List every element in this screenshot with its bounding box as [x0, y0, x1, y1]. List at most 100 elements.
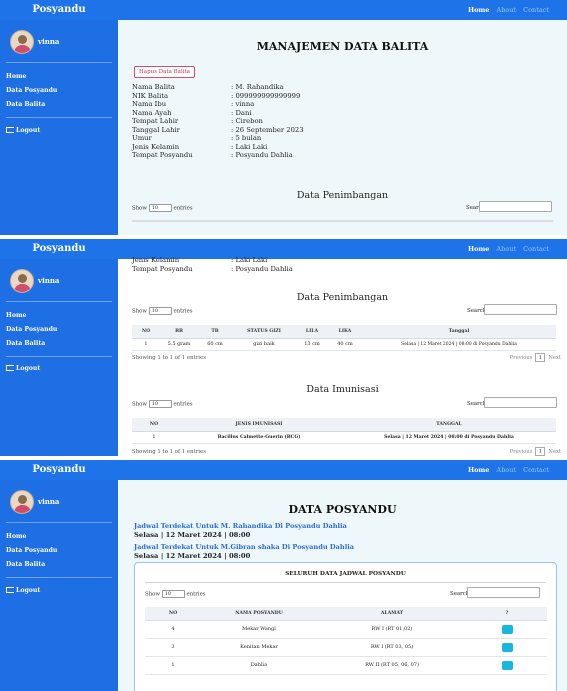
divider: [132, 220, 553, 222]
nav-about[interactable]: About: [497, 245, 517, 253]
col-status-gizi[interactable]: STATUS GIZI: [232, 325, 296, 339]
table-info: Showing 1 to 1 of 1 entries: [132, 355, 206, 361]
logout-button[interactable]: Logout: [6, 587, 40, 594]
search-input[interactable]: [467, 587, 540, 598]
action-button[interactable]: [501, 660, 513, 670]
avatar: [10, 269, 34, 293]
table-row: 3 Kenitan Mekar RW I (RT 03, 05): [145, 638, 547, 657]
action-button[interactable]: [501, 624, 513, 634]
sidebar-divider: [6, 577, 112, 578]
penimbangan-title: Data Penimbangan: [296, 190, 389, 201]
imunisasi-table: NO JENIS IMUNISASI TANGGAL 1 Bacillus Ca…: [132, 418, 556, 444]
table-row: 1 5.5 gram 60 cm gizi baik 13 cm 40 cm S…: [132, 338, 556, 351]
col-alamat[interactable]: ALAMAT: [317, 607, 467, 621]
main-content: MANAJEMEN DATA BALITA Hapus Data Balita …: [118, 20, 567, 235]
top-navbar: Posyandu Home About Contact: [0, 0, 567, 20]
col-no[interactable]: NO: [132, 418, 176, 432]
logout-button[interactable]: Logout: [6, 127, 40, 134]
sidebar-item-data-posyandu[interactable]: Data Posyandu: [6, 84, 57, 98]
jadwal-time-1: Selasa | 12 Maret 2024 | 08:00: [134, 531, 251, 539]
nav-home[interactable]: Home: [468, 6, 490, 14]
panel-data-balita: Posyandu Home About Contact vinna Home D…: [0, 0, 567, 235]
pagination-next[interactable]: Next: [548, 355, 561, 361]
entries-select[interactable]: 10: [161, 590, 185, 598]
main-content: Jenis Kelamin: Laki Laki Tempat Posyandu…: [118, 256, 567, 456]
nav-about[interactable]: About: [497, 466, 517, 474]
col-no[interactable]: NO: [145, 607, 201, 621]
pagination-page[interactable]: 1: [535, 447, 546, 456]
col-tanggal[interactable]: Tanggal: [362, 325, 556, 339]
table-info: Showing 1 to 1 of 1 entries: [132, 449, 206, 455]
entries-control: Show 10 entries: [132, 204, 193, 212]
info-row: Tanggal Lahir: 26 September 2023: [132, 125, 304, 134]
avatar: [10, 30, 34, 54]
col-lika[interactable]: LIKA: [328, 325, 362, 339]
info-row: Nama Ibu: vinna: [132, 100, 255, 108]
nav-home[interactable]: Home: [468, 466, 490, 474]
nav-about[interactable]: About: [497, 6, 517, 14]
entries-select[interactable]: 10: [148, 400, 172, 408]
info-row: Tempat Lahir: Cirebon: [132, 117, 263, 125]
search-input[interactable]: [484, 397, 557, 408]
col-no[interactable]: NO: [132, 325, 160, 339]
jadwal-link-1[interactable]: Jadwal Terdekat Untuk M. Rahandika Di Po…: [134, 522, 347, 530]
info-row: Umur: 5 bulan: [132, 134, 262, 142]
sidebar-item-home[interactable]: Home: [6, 530, 57, 544]
delete-balita-button[interactable]: Hapus Data Balita: [134, 66, 195, 78]
nav-contact[interactable]: Contact: [523, 245, 549, 253]
pagination-next[interactable]: Next: [548, 449, 561, 455]
sidebar-item-data-posyandu[interactable]: Data Posyandu: [6, 323, 57, 337]
user-name: vinna: [38, 276, 60, 285]
brand-logo[interactable]: Posyandu: [0, 0, 118, 20]
search-input[interactable]: [484, 304, 557, 315]
entries-select[interactable]: 10: [148, 307, 172, 315]
user-name: vinna: [38, 497, 60, 506]
sidebar-item-home[interactable]: Home: [6, 70, 57, 84]
panel-data-penimbangan: Posyandu Home About Contact vinna Home D…: [0, 239, 567, 456]
col-aksi[interactable]: ?: [467, 607, 547, 621]
page-title: MANAJEMEN DATA BALITA: [256, 40, 429, 53]
pagination-previous[interactable]: Previous: [510, 449, 533, 455]
jadwal-time-2: Selasa | 12 Maret 2024 | 08:00: [134, 552, 251, 560]
main-content: DATA POSYANDU Jadwal Terdekat Untuk M. R…: [118, 480, 567, 691]
nav-contact[interactable]: Contact: [523, 6, 549, 14]
avatar: [10, 490, 34, 514]
sidebar-item-data-balita[interactable]: Data Balita: [6, 558, 57, 572]
logout-icon: [6, 587, 14, 593]
col-bb[interactable]: BB: [160, 325, 198, 339]
sidebar-item-data-balita[interactable]: Data Balita: [6, 98, 57, 112]
sidebar-divider: [6, 301, 112, 302]
divider: [145, 582, 546, 583]
balita-info: Nama Balita: M. Rahandika NIK Balita: 09…: [132, 83, 304, 160]
jadwal-link-2[interactable]: Jadwal Terdekat Untuk M.Gibran shaka Di …: [134, 543, 354, 551]
sidebar: vinna Home Data Posyandu Data Balita Log…: [0, 259, 118, 456]
penimbangan-title: Data Penimbangan: [296, 292, 389, 303]
search-input[interactable]: [479, 201, 552, 212]
sidebar-item-data-balita[interactable]: Data Balita: [6, 337, 57, 351]
info-row: Nama Balita: M. Rahandika: [132, 83, 284, 91]
table-header: NO BB TB STATUS GIZI LILA LIKA Tanggal: [132, 325, 556, 339]
logout-button[interactable]: Logout: [6, 365, 40, 372]
pagination-previous[interactable]: Previous: [510, 355, 533, 361]
action-button[interactable]: [501, 642, 513, 652]
info-row: Tempat Posyandu: Posyandu Dahlia: [132, 264, 293, 273]
info-row: Jenis Kelamin: Laki Laki: [132, 142, 268, 151]
table-header: NO NAMA POSYANDU ALAMAT ?: [145, 607, 547, 621]
sidebar-item-home[interactable]: Home: [6, 309, 57, 323]
info-row: Jenis Kelamin: Laki Laki: [132, 256, 268, 264]
page-title: DATA POSYANDU: [288, 503, 397, 516]
nav-home[interactable]: Home: [468, 245, 490, 253]
brand-logo[interactable]: Posyandu: [0, 239, 118, 259]
pagination-page[interactable]: 1: [535, 353, 546, 362]
col-lila[interactable]: LILA: [296, 325, 328, 339]
sidebar-divider: [6, 62, 112, 63]
col-tanggal[interactable]: TANGGAL: [342, 418, 556, 432]
brand-logo[interactable]: Posyandu: [0, 460, 118, 480]
col-jenis-imunisasi[interactable]: JENIS IMUNISASI: [176, 418, 342, 432]
col-nama-posyandu[interactable]: NAMA POSYANDU: [201, 607, 317, 621]
col-tb[interactable]: TB: [198, 325, 232, 339]
logout-icon: [6, 127, 14, 133]
nav-contact[interactable]: Contact: [523, 466, 549, 474]
entries-select[interactable]: 10: [148, 204, 172, 212]
sidebar-item-data-posyandu[interactable]: Data Posyandu: [6, 544, 57, 558]
